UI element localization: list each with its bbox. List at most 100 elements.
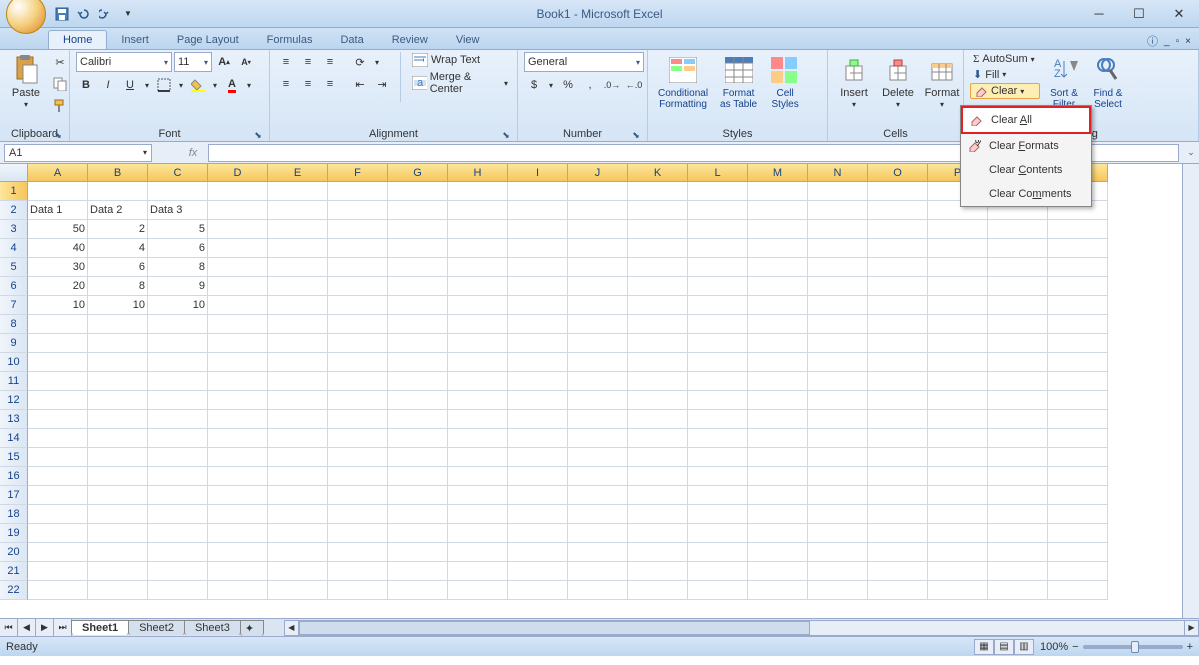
cell-K22[interactable]	[628, 581, 688, 600]
column-header-L[interactable]: L	[688, 164, 748, 182]
cell-B20[interactable]	[88, 543, 148, 562]
cell-E1[interactable]	[268, 182, 328, 201]
zoom-slider[interactable]	[1083, 645, 1183, 649]
cell-G11[interactable]	[388, 372, 448, 391]
tab-page-layout[interactable]: Page Layout	[163, 31, 253, 49]
cell-P15[interactable]	[928, 448, 988, 467]
cell-N18[interactable]	[808, 505, 868, 524]
cell-R19[interactable]	[1048, 524, 1108, 543]
cell-N22[interactable]	[808, 581, 868, 600]
row-header-12[interactable]: 12	[0, 391, 28, 410]
redo-icon[interactable]	[98, 6, 114, 22]
cell-J11[interactable]	[568, 372, 628, 391]
cell-Q6[interactable]	[988, 277, 1048, 296]
cell-D2[interactable]	[208, 201, 268, 220]
cell-I7[interactable]	[508, 296, 568, 315]
cell-E17[interactable]	[268, 486, 328, 505]
cut-button[interactable]: ✂	[50, 52, 70, 72]
cell-B13[interactable]	[88, 410, 148, 429]
cell-F9[interactable]	[328, 334, 388, 353]
cell-D11[interactable]	[208, 372, 268, 391]
cell-G22[interactable]	[388, 581, 448, 600]
cell-M11[interactable]	[748, 372, 808, 391]
cell-L2[interactable]	[688, 201, 748, 220]
cell-I15[interactable]	[508, 448, 568, 467]
cell-F8[interactable]	[328, 315, 388, 334]
cell-D21[interactable]	[208, 562, 268, 581]
cell-E8[interactable]	[268, 315, 328, 334]
cell-A15[interactable]	[28, 448, 88, 467]
cell-O7[interactable]	[868, 296, 928, 315]
cell-N5[interactable]	[808, 258, 868, 277]
cell-G9[interactable]	[388, 334, 448, 353]
cell-H9[interactable]	[448, 334, 508, 353]
accounting-format-button[interactable]: $	[524, 75, 544, 95]
cell-N11[interactable]	[808, 372, 868, 391]
align-center-button[interactable]: ≡	[298, 74, 318, 94]
cell-H3[interactable]	[448, 220, 508, 239]
zoom-level[interactable]: 100%	[1040, 641, 1068, 653]
number-launcher[interactable]: ⬊	[631, 130, 641, 140]
cell-J19[interactable]	[568, 524, 628, 543]
row-header-11[interactable]: 11	[0, 372, 28, 391]
cell-M21[interactable]	[748, 562, 808, 581]
cell-styles-button[interactable]: Cell Styles	[765, 52, 805, 112]
cell-E5[interactable]	[268, 258, 328, 277]
cell-F2[interactable]	[328, 201, 388, 220]
cell-I14[interactable]	[508, 429, 568, 448]
orientation-button[interactable]: ⟳	[350, 52, 370, 72]
cell-A3[interactable]: 50	[28, 220, 88, 239]
orientation-dropdown[interactable]: ▾	[372, 52, 382, 72]
cell-G17[interactable]	[388, 486, 448, 505]
cell-M18[interactable]	[748, 505, 808, 524]
cell-P16[interactable]	[928, 467, 988, 486]
cell-O8[interactable]	[868, 315, 928, 334]
column-header-F[interactable]: F	[328, 164, 388, 182]
cell-J2[interactable]	[568, 201, 628, 220]
cell-R15[interactable]	[1048, 448, 1108, 467]
cell-H20[interactable]	[448, 543, 508, 562]
cell-F12[interactable]	[328, 391, 388, 410]
cell-O6[interactable]	[868, 277, 928, 296]
cell-A22[interactable]	[28, 581, 88, 600]
cell-M19[interactable]	[748, 524, 808, 543]
zoom-in-button[interactable]: +	[1187, 641, 1193, 653]
conditional-formatting-button[interactable]: Conditional Formatting	[654, 52, 712, 112]
cell-F22[interactable]	[328, 581, 388, 600]
cell-J4[interactable]	[568, 239, 628, 258]
cell-Q3[interactable]	[988, 220, 1048, 239]
cell-B8[interactable]	[88, 315, 148, 334]
decrease-indent-button[interactable]: ⇤	[350, 74, 370, 94]
cell-H5[interactable]	[448, 258, 508, 277]
minimize-button[interactable]: ─	[1079, 4, 1119, 24]
cell-O1[interactable]	[868, 182, 928, 201]
row-header-22[interactable]: 22	[0, 581, 28, 600]
cell-R5[interactable]	[1048, 258, 1108, 277]
cell-P18[interactable]	[928, 505, 988, 524]
cell-O18[interactable]	[868, 505, 928, 524]
cell-L10[interactable]	[688, 353, 748, 372]
cell-N1[interactable]	[808, 182, 868, 201]
cell-B5[interactable]: 6	[88, 258, 148, 277]
cell-M12[interactable]	[748, 391, 808, 410]
cell-O3[interactable]	[868, 220, 928, 239]
cell-M5[interactable]	[748, 258, 808, 277]
cell-N15[interactable]	[808, 448, 868, 467]
cell-H19[interactable]	[448, 524, 508, 543]
cell-F17[interactable]	[328, 486, 388, 505]
cell-J17[interactable]	[568, 486, 628, 505]
cell-J22[interactable]	[568, 581, 628, 600]
row-header-21[interactable]: 21	[0, 562, 28, 581]
cell-C6[interactable]: 9	[148, 277, 208, 296]
cell-K1[interactable]	[628, 182, 688, 201]
cell-F13[interactable]	[328, 410, 388, 429]
cell-C18[interactable]	[148, 505, 208, 524]
cell-R22[interactable]	[1048, 581, 1108, 600]
cell-O11[interactable]	[868, 372, 928, 391]
cell-P22[interactable]	[928, 581, 988, 600]
cell-I10[interactable]	[508, 353, 568, 372]
tab-home[interactable]: Home	[48, 30, 107, 49]
tab-formulas[interactable]: Formulas	[253, 31, 327, 49]
column-header-K[interactable]: K	[628, 164, 688, 182]
cell-K8[interactable]	[628, 315, 688, 334]
